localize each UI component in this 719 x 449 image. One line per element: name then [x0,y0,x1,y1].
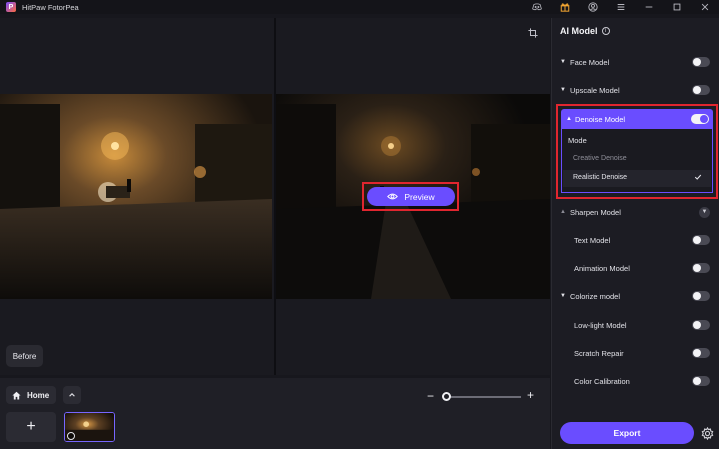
color-calibration-row[interactable]: Color Calibration [560,374,714,388]
mode-label: Mode [568,136,587,145]
text-model-row[interactable]: Text Model [560,233,714,247]
export-button[interactable]: Export [560,422,694,444]
zoom-in-button[interactable]: + [527,389,534,401]
denoise-model-header[interactable]: ▲ Denoise Model [561,109,713,129]
low-light-model-toggle[interactable] [692,320,710,330]
crop-icon[interactable] [528,28,538,38]
animation-model-label: Animation Model [574,263,630,273]
caret-up-icon: ▲ [560,209,566,215]
check-icon [694,173,702,181]
color-calibration-toggle[interactable] [692,376,710,386]
info-icon[interactable]: i [601,27,610,35]
minimize-icon[interactable] [635,0,663,14]
before-button[interactable]: Before [6,345,43,367]
maximize-icon[interactable] [663,0,691,14]
sharpen-model-row[interactable]: ▲ Sharpen Model ▼ [560,205,714,219]
app-title: HitPaw FotorPea [22,2,79,12]
creative-denoise-option[interactable]: Creative Denoise [573,155,627,162]
upscale-model-toggle[interactable] [692,85,710,95]
text-model-label: Text Model [574,235,611,245]
zoom-slider-handle[interactable] [442,392,451,401]
animation-model-row[interactable]: Animation Model [560,261,714,275]
text-model-toggle[interactable] [692,235,710,245]
gift-icon[interactable] [551,0,579,14]
home-icon [12,391,21,400]
colorize-model-row[interactable]: ▼ Colorize model [560,289,714,303]
add-image-button[interactable]: + [6,412,56,442]
title-bar-controls [523,0,719,14]
zoom-slider[interactable] [446,396,521,398]
low-light-model-label: Low-light Model [574,320,627,330]
caret-up-icon: ▲ [566,116,572,122]
app-logo: P [6,2,16,12]
panel-title: AI Model i [560,26,610,36]
account-icon[interactable] [579,0,607,14]
panel-title-text: AI Model [560,26,598,36]
thumbnail-status-icon [67,432,75,440]
face-model-row[interactable]: ▼ Face Model [560,55,714,69]
gear-icon[interactable] [701,426,714,441]
color-calibration-label: Color Calibration [574,376,630,386]
sharpen-model-label: Sharpen Model [570,207,621,217]
scratch-repair-label: Scratch Repair [574,348,624,358]
close-icon[interactable] [691,0,719,14]
collapse-button[interactable] [63,386,81,404]
face-model-toggle[interactable] [692,57,710,67]
animation-model-toggle[interactable] [692,263,710,273]
eye-icon [387,193,399,200]
menu-icon[interactable] [607,0,635,14]
home-label: Home [27,390,50,400]
caret-down-icon: ▼ [560,59,566,65]
denoise-model-label: Denoise Model [575,114,626,124]
preview-button[interactable]: Preview [367,187,455,206]
scratch-repair-toggle[interactable] [692,348,710,358]
scratch-repair-row[interactable]: Scratch Repair [560,346,714,360]
realistic-denoise-label: Realistic Denoise [573,174,628,181]
denoise-model-toggle[interactable] [691,114,709,124]
home-button[interactable]: Home [6,386,56,404]
low-light-model-row[interactable]: Low-light Model [560,318,714,332]
zoom-out-button[interactable]: − [427,390,434,402]
discord-icon[interactable] [523,0,551,14]
chevron-down-icon[interactable]: ▼ [699,206,710,218]
chevron-up-icon [69,393,75,397]
preview-label: Preview [404,191,435,202]
title-bar: P HitPaw FotorPea [0,0,719,14]
upscale-model-row[interactable]: ▼ Upscale Model [560,83,714,97]
colorize-model-toggle[interactable] [692,291,710,301]
before-image [0,94,272,299]
caret-down-icon: ▼ [560,293,566,299]
caret-down-icon: ▼ [560,87,566,93]
